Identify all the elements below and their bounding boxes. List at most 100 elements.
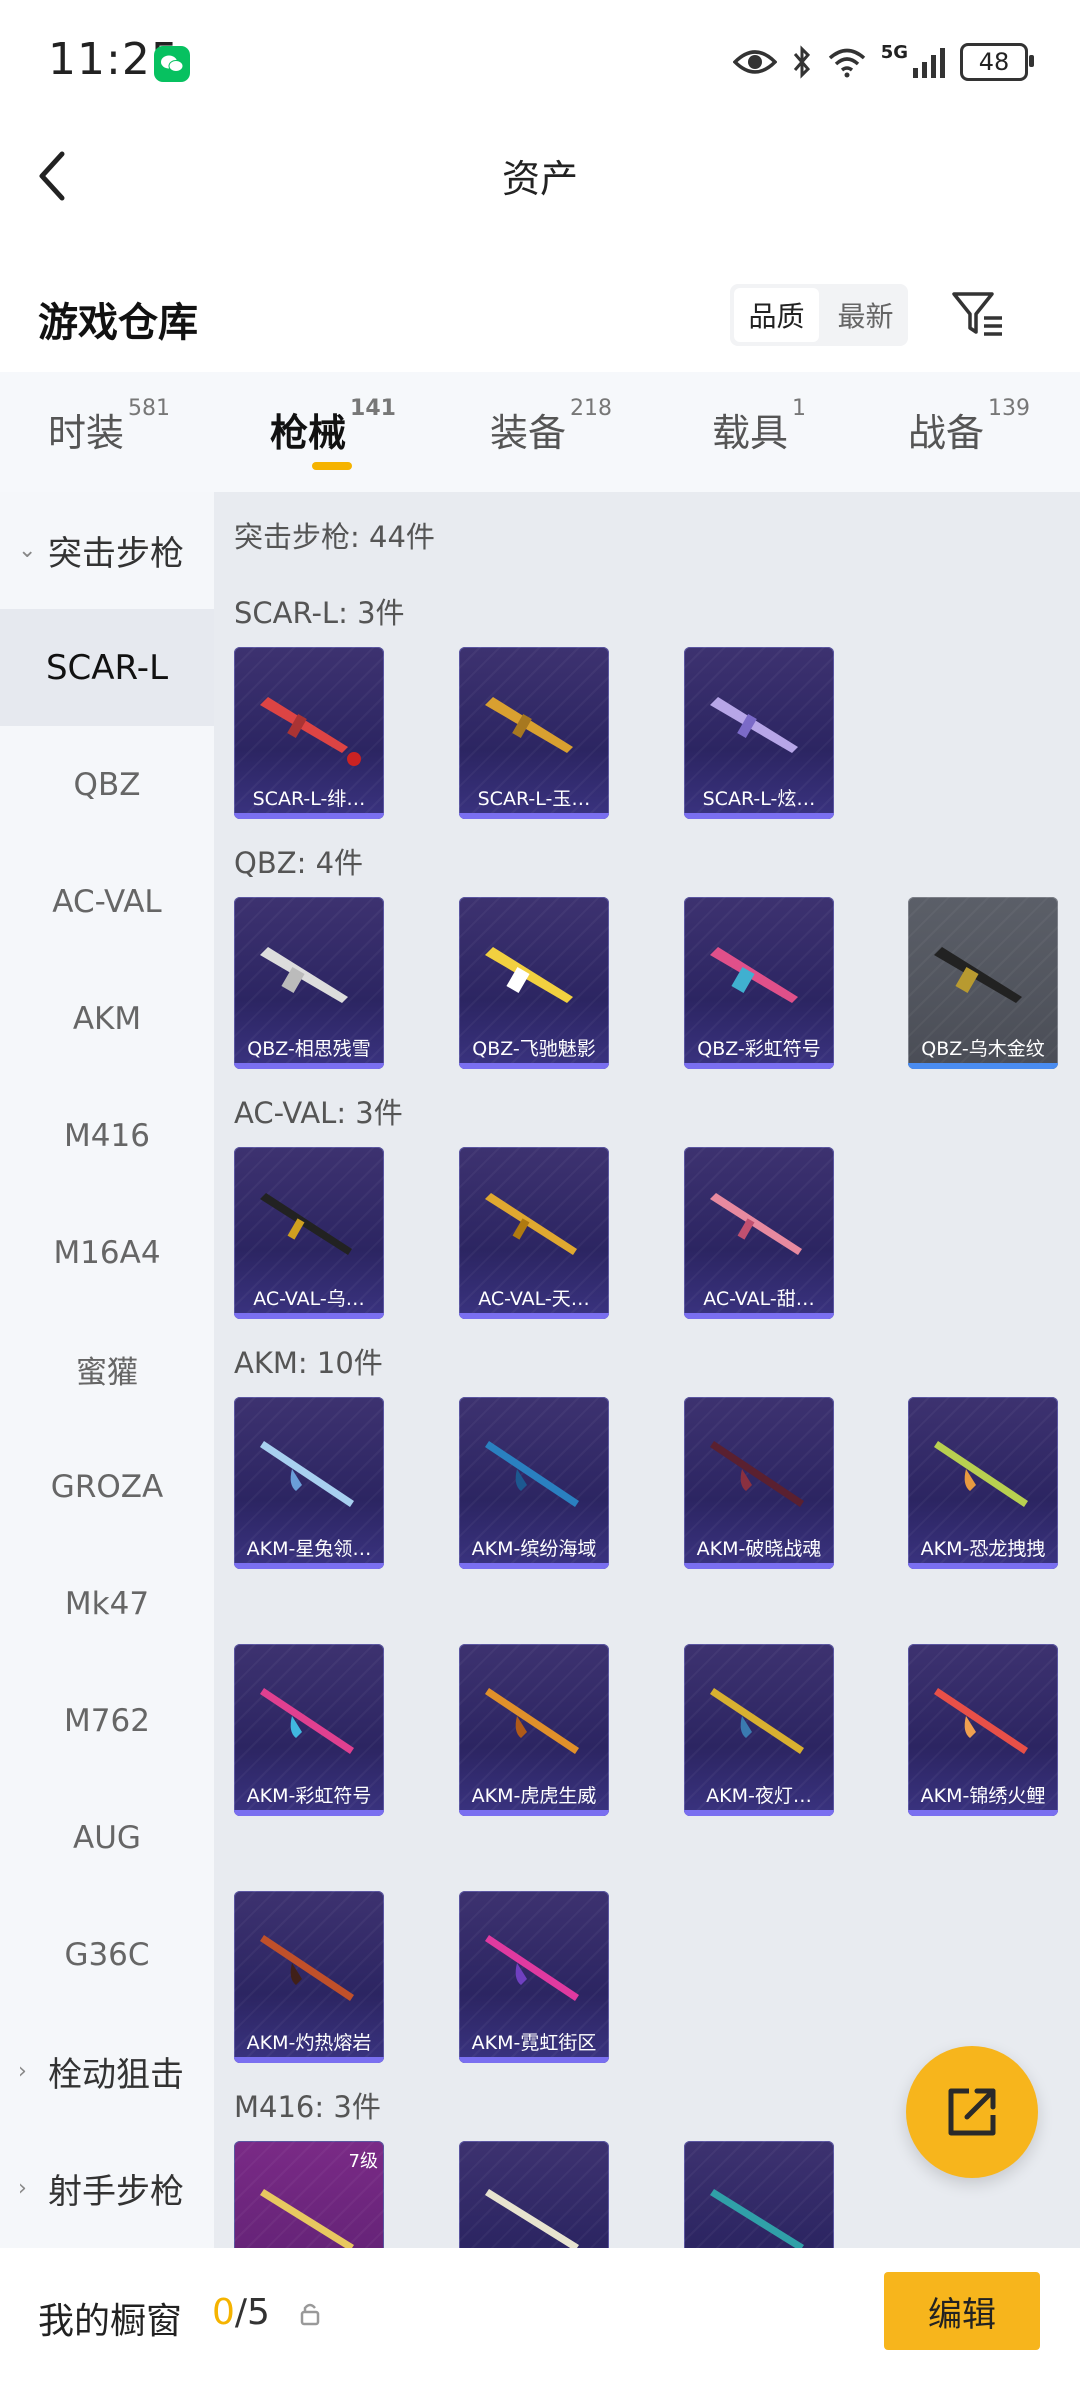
filter-button[interactable] [948, 284, 1008, 344]
wifi-icon [828, 48, 865, 78]
tab-vehicles[interactable]: 载具1 [712, 396, 806, 457]
rifle-icon [710, 2189, 804, 2248]
weapon-name: QBZ-相思残雪 [247, 1038, 371, 1060]
weapon-card[interactable]: AKM-缤纷海域 [459, 1397, 609, 1569]
tab-label: 装备 [490, 411, 567, 455]
tab-supplies[interactable]: 战备139 [908, 396, 1030, 457]
weapon-card[interactable]: AKM-星兔领… [234, 1397, 384, 1569]
rifle-icon [710, 1193, 802, 1255]
signal-icon [913, 48, 945, 78]
tab-count: 218 [570, 396, 613, 421]
sidebar-item-m16a4[interactable]: M16A4 [0, 1194, 214, 1311]
rifle-icon [710, 947, 798, 1003]
chevron-right-icon: › [18, 2176, 27, 2201]
sort-quality-option[interactable]: 品质 [734, 288, 819, 342]
section-title-scar-l: SCAR-L: 3件 [234, 596, 405, 630]
filter-icon [952, 292, 1002, 336]
sidebar-group-label: 射手步枪 [48, 2172, 184, 2212]
sidebar-item-mk47[interactable]: Mk47 [0, 1545, 214, 1662]
showcase-label: 我的橱窗 [38, 2301, 183, 2342]
rifle-icon [710, 697, 798, 753]
weapon-card[interactable]: QBZ-相思残雪 [234, 897, 384, 1069]
weapon-name: QBZ-乌木金纹 [921, 1038, 1045, 1060]
sidebar-item-m762[interactable]: M762 [0, 1662, 214, 1779]
share-fab-button[interactable] [906, 2046, 1038, 2178]
weapon-card[interactable]: AC-VAL-天… [459, 1147, 609, 1319]
weapon-name: QBZ-彩虹符号 [697, 1038, 821, 1060]
warehouse-header: 游戏仓库 品质 最新 [0, 270, 1080, 360]
weapon-card[interactable]: AC-VAL-甜… [684, 1147, 834, 1319]
weapon-name: AKM-彩虹符号 [246, 1785, 372, 1807]
sidebar-item-honey-badger[interactable]: 蜜獾 [0, 1311, 214, 1428]
rifle-icon [485, 2189, 579, 2248]
category-tabs: 时装581 枪械141 装备218 载具1 战备139 [0, 372, 1080, 492]
sidebar-group-label: 突击步枪 [48, 534, 184, 574]
section-title-ac-val: AC-VAL: 3件 [234, 1096, 403, 1130]
weapon-card[interactable]: AKM-恐龙拽拽 [908, 1397, 1058, 1569]
category-total: 突击步枪: 44件 [234, 520, 435, 554]
rifle-icon [260, 1441, 354, 1507]
weapon-card[interactable]: SCAR-L-炫… [684, 647, 834, 819]
sidebar-group-bolt-snipers[interactable]: › 栓动狙击 [0, 2013, 214, 2130]
weapon-card[interactable]: QBZ-飞驰魅影 [459, 897, 609, 1069]
tab-fashion[interactable]: 时装581 [48, 396, 170, 457]
rifle-icon [485, 947, 573, 1003]
warehouse-title: 游戏仓库 [38, 300, 198, 346]
rifle-icon [485, 1935, 579, 2001]
weapon-card[interactable]: AKM-彩虹符号 [234, 1644, 384, 1816]
sidebar-item-aug[interactable]: AUG [0, 1779, 214, 1896]
rifle-icon [260, 697, 361, 766]
wechat-icon [154, 46, 190, 82]
status-bar: 11:25 5G 48 [0, 0, 1080, 126]
tab-equipment[interactable]: 装备218 [490, 396, 612, 457]
showcase-bar: 我的橱窗 0/5 编辑 [0, 2248, 1080, 2381]
sort-newest-option[interactable]: 最新 [823, 284, 908, 346]
weapon-card[interactable]: QBZ-彩虹符号 [684, 897, 834, 1069]
weapon-card[interactable]: AKM-霓虹街区 [459, 1891, 609, 2063]
weapon-name: AC-VAL-乌… [253, 1288, 365, 1310]
weapon-card[interactable]: AKM-夜灯… [684, 1644, 834, 1816]
sidebar-group-marksman-rifles[interactable]: › 射手步枪 [0, 2130, 214, 2247]
tab-firearms[interactable]: 枪械141 [270, 396, 396, 457]
tab-count: 1 [792, 396, 807, 421]
weapon-card[interactable]: AC-VAL-乌… [234, 1147, 384, 1319]
weapon-card[interactable]: QBZ-乌木金纹 [908, 897, 1058, 1069]
rifle-icon [260, 1688, 354, 1754]
weapon-card[interactable]: AKM-虎虎生威 [459, 1644, 609, 1816]
weapon-card[interactable]: SCAR-L-绯… [234, 647, 384, 819]
rifle-icon [260, 1193, 352, 1255]
sort-toggle: 品质 最新 [730, 284, 908, 346]
top-bar: 资产 [0, 126, 1080, 226]
weapon-card[interactable] [459, 2141, 609, 2248]
weapon-card[interactable]: AKM-破晓战魂 [684, 1397, 834, 1569]
sidebar-item-akm[interactable]: AKM [0, 960, 214, 1077]
edit-button[interactable]: 编辑 [884, 2272, 1040, 2350]
sidebar-item-ac-val[interactable]: AC-VAL [0, 843, 214, 960]
showcase-max: /5 [234, 2292, 270, 2333]
sidebar-item-qbz[interactable]: QBZ [0, 726, 214, 843]
rifle-icon [485, 1688, 579, 1754]
weapon-card[interactable]: SCAR-L-玉… [459, 647, 609, 819]
sidebar-item-g36c[interactable]: G36C [0, 1896, 214, 2013]
rifle-icon [260, 2189, 354, 2248]
network-type: 5G [880, 41, 908, 63]
rifle-icon [485, 697, 573, 753]
weapon-card[interactable]: AKM-锦绣火鲤 [908, 1644, 1058, 1816]
rifle-icon [934, 1688, 1028, 1754]
sidebar-item-groza[interactable]: GROZA [0, 1428, 214, 1545]
chevron-right-icon: › [18, 2059, 27, 2084]
rifle-icon [710, 1441, 804, 1507]
weapon-sidebar: ⌄ 突击步枪 SCAR-L QBZ AC-VAL AKM M416 M16A4 蜜… [0, 492, 214, 2248]
weapon-card[interactable]: 7级 [234, 2141, 384, 2248]
sidebar-item-m416[interactable]: M416 [0, 1077, 214, 1194]
sidebar-group-assault-rifles[interactable]: ⌄ 突击步枪 [0, 492, 214, 609]
rifle-icon [485, 1193, 577, 1255]
tab-count: 139 [988, 396, 1031, 421]
weapon-card[interactable]: AKM-灼热熔岩 [234, 1891, 384, 2063]
weapon-name: AKM-恐龙拽拽 [920, 1538, 1046, 1560]
sidebar-item-scar-l[interactable]: SCAR-L [0, 609, 214, 726]
weapon-card[interactable] [684, 2141, 834, 2248]
tab-count: 141 [350, 396, 396, 421]
tab-label: 时装 [48, 411, 125, 455]
weapon-name: AKM-虎虎生威 [471, 1785, 597, 1807]
